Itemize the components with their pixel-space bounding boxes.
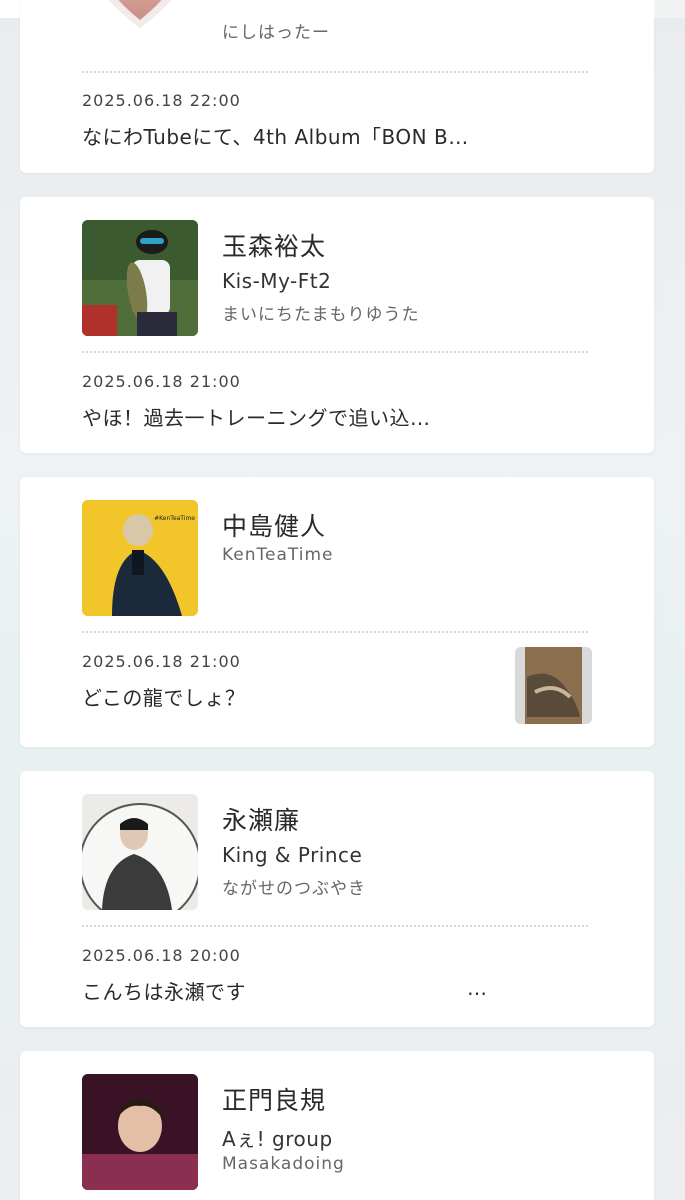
blog-card[interactable]: #KenTeaTime 中島健人 KenTeaTime 2025.06.18 2… [20, 477, 654, 747]
member-name: 永瀬廉 [222, 806, 301, 835]
group-name: King & Prince [222, 843, 363, 867]
member-avatar[interactable] [82, 1074, 198, 1190]
member-avatar[interactable] [82, 794, 198, 910]
blog-card[interactable]: 正門良規 Aぇ! group Masakadoing [20, 1051, 654, 1200]
blog-card[interactable]: 永瀬廉 King & Prince ながせのつぶやき 2025.06.18 20… [20, 771, 654, 1027]
avatar-caption: #KenTeaTime [154, 515, 195, 522]
blog-title: まいにちたまもりゆうた [222, 305, 420, 325]
group-name: Aぇ! group [222, 1127, 333, 1151]
post-excerpt[interactable]: なにわTubeにて、4th Album「BON B… [82, 121, 469, 150]
divider [82, 351, 588, 353]
divider [82, 925, 588, 927]
member-photo [82, 220, 198, 336]
thumbnail-image [515, 647, 592, 724]
post-date: 2025.06.18 20:00 [82, 946, 241, 965]
divider [82, 631, 588, 633]
post-excerpt[interactable]: どこの龍でしょ？ [82, 682, 245, 711]
post-date: 2025.06.18 21:00 [82, 652, 241, 671]
blog-title: ながせのつぶやき [222, 879, 366, 899]
blog-title: Masakadoing [222, 1154, 345, 1174]
heart-frame-avatar [108, 0, 172, 28]
member-name: 正門良規 [222, 1086, 327, 1115]
member-name: 中島健人 [222, 512, 327, 541]
blog-card[interactable]: 玉森裕太 Kis-My-Ft2 まいにちたまもりゆうた 2025.06.18 2… [20, 197, 654, 453]
post-excerpt[interactable]: やほ！過去一トレーニングで追い込… [82, 402, 431, 431]
group-name: Kis-My-Ft2 [222, 269, 332, 293]
member-photo [82, 1074, 198, 1190]
blog-card[interactable]: にしはったー 2025.06.18 22:00 なにわTubeにて、4th Al… [20, 0, 654, 173]
member-avatar[interactable] [82, 220, 198, 336]
member-photo [82, 794, 198, 910]
post-thumbnail[interactable] [515, 647, 592, 724]
blog-title: にしはったー [222, 23, 330, 43]
post-date: 2025.06.18 22:00 [82, 91, 241, 110]
member-name: 玉森裕太 [222, 232, 327, 261]
excerpt-ellipsis: … [467, 976, 487, 1000]
post-excerpt[interactable]: こんちは永瀬です [82, 976, 246, 1005]
post-date: 2025.06.18 21:00 [82, 372, 241, 391]
blog-title: KenTeaTime [222, 545, 334, 565]
top-bar-edge [655, 0, 685, 18]
member-avatar[interactable]: #KenTeaTime [82, 500, 198, 616]
divider [82, 71, 588, 73]
